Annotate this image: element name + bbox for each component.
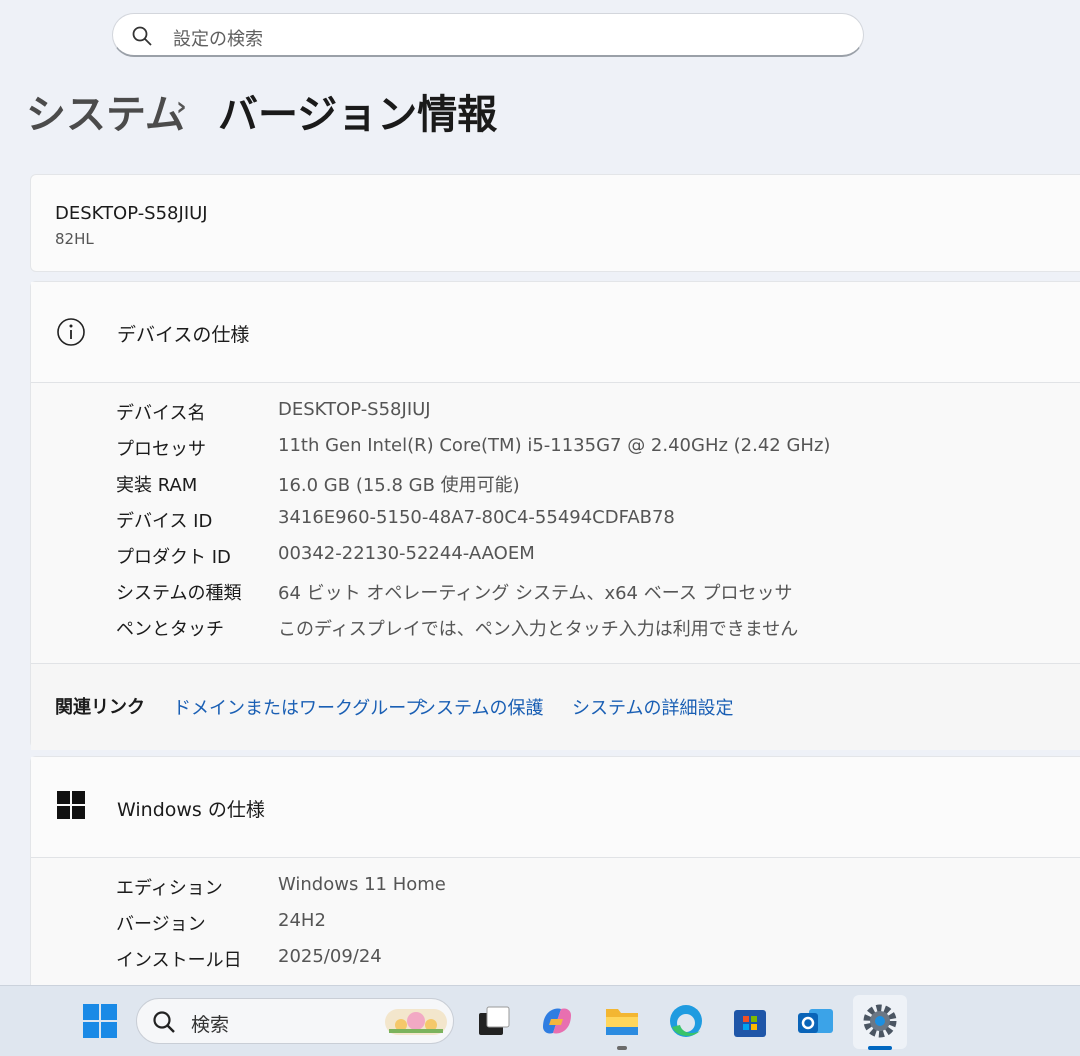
file-explorer-icon[interactable] xyxy=(598,997,646,1045)
spec-row: バージョン 24H2 xyxy=(31,910,1080,946)
spec-key: 実装 RAM xyxy=(116,475,198,496)
copilot-icon[interactable] xyxy=(533,997,581,1045)
breadcrumb-parent[interactable]: システム xyxy=(26,92,185,138)
search-highlight-icon xyxy=(385,1009,447,1035)
device-specs-header[interactable]: デバイスの仕様 xyxy=(31,282,1080,383)
spec-row: ペンとタッチ このディスプレイでは、ペン入力とタッチ入力は利用できません xyxy=(31,615,1080,651)
spec-key: デバイス名 xyxy=(116,403,206,424)
related-links: 関連リンク ドメインまたはワークグループ システムの保護 システムの詳細設定 xyxy=(31,663,1080,750)
spec-key: システムの種類 xyxy=(116,583,242,604)
spec-row: エディション Windows 11 Home xyxy=(31,874,1080,910)
spec-row: システムの種類 64 ビット オペレーティング システム、x64 ベース プロセ… xyxy=(31,579,1080,615)
spec-row: プロダクト ID 00342-22130-52244-AAOEM xyxy=(31,543,1080,579)
link-domain-workgroup[interactable]: ドメインまたはワークグループ xyxy=(173,694,423,720)
device-name-card: DESKTOP-S58JIUJ 82HL xyxy=(30,174,1080,272)
spec-key: インストール日 xyxy=(116,950,242,971)
spec-value: 00342-22130-52244-AAOEM xyxy=(278,543,535,564)
spec-value: DESKTOP-S58JIUJ xyxy=(278,399,431,420)
spec-key: デバイス ID xyxy=(116,511,213,532)
spec-row: デバイス名 DESKTOP-S58JIUJ xyxy=(31,399,1080,435)
spec-row: インストール日 2025/09/24 xyxy=(31,946,1080,982)
spec-key: ペンとタッチ xyxy=(116,619,224,640)
spec-value: このディスプレイでは、ペン入力とタッチ入力は利用できません xyxy=(278,619,799,640)
search-icon xyxy=(132,26,152,46)
spec-key: バージョン xyxy=(116,914,206,935)
device-name: DESKTOP-S58JIUJ xyxy=(55,203,208,224)
task-view-icon[interactable] xyxy=(470,997,518,1045)
windows-logo-icon xyxy=(57,791,85,819)
windows-specs-header[interactable]: Windows の仕様 xyxy=(31,757,1080,858)
file-explorer-running-indicator xyxy=(617,1046,627,1050)
link-advanced-system-settings[interactable]: システムの詳細設定 xyxy=(572,694,733,720)
device-specs-card: デバイスの仕様 デバイス名 DESKTOP-S58JIUJ プロセッサ 11th… xyxy=(30,281,1080,750)
taskbar-search-label: 検索 xyxy=(191,1014,230,1036)
spec-value: 16.0 GB (15.8 GB 使用可能) xyxy=(278,475,520,496)
store-icon[interactable] xyxy=(726,997,774,1045)
breadcrumb-separator-icon: › xyxy=(176,92,187,122)
link-system-protection[interactable]: システムの保護 xyxy=(418,694,543,720)
device-model: 82HL xyxy=(55,230,94,248)
spec-value: 2025/09/24 xyxy=(278,946,382,967)
outlook-icon[interactable] xyxy=(791,997,839,1045)
spec-row: 実装 RAM 16.0 GB (15.8 GB 使用可能) xyxy=(31,471,1080,507)
spec-row: プロセッサ 11th Gen Intel(R) Core(TM) i5-1135… xyxy=(31,435,1080,471)
spec-value: 24H2 xyxy=(278,910,326,931)
info-icon xyxy=(57,318,85,346)
spec-value: 64 ビット オペレーティング システム、x64 ベース プロセッサ xyxy=(278,583,793,604)
spec-value: 11th Gen Intel(R) Core(TM) i5-1135G7 @ 2… xyxy=(278,435,831,456)
taskbar: 検索 xyxy=(0,985,1080,1056)
settings-active-indicator xyxy=(868,1046,892,1050)
settings-search-box[interactable]: 設定の検索 xyxy=(112,13,864,57)
device-specs-title: デバイスの仕様 xyxy=(117,324,250,346)
spec-row: デバイス ID 3416E960-5150-48A7-80C4-55494CDF… xyxy=(31,507,1080,543)
edge-icon[interactable] xyxy=(662,997,710,1045)
search-icon xyxy=(153,1011,175,1033)
spec-key: プロセッサ xyxy=(116,439,206,460)
windows-specs-title: Windows の仕様 xyxy=(117,799,265,821)
spec-value: 3416E960-5150-48A7-80C4-55494CDFAB78 xyxy=(278,507,675,528)
page-title: バージョン情報 xyxy=(218,92,498,138)
settings-icon[interactable] xyxy=(856,997,904,1045)
windows-start-icon[interactable] xyxy=(76,997,124,1045)
spec-key: エディション xyxy=(116,878,223,899)
taskbar-search[interactable]: 検索 xyxy=(136,998,454,1044)
spec-value: Windows 11 Home xyxy=(278,874,446,895)
breadcrumb: システム › バージョン情報 xyxy=(26,82,497,140)
windows-specs-card: Windows の仕様 エディション Windows 11 Home バージョン… xyxy=(30,756,1080,1016)
related-links-title: 関連リンク xyxy=(55,697,145,718)
spec-key: プロダクト ID xyxy=(116,547,231,568)
search-placeholder[interactable]: 設定の検索 xyxy=(173,25,263,51)
